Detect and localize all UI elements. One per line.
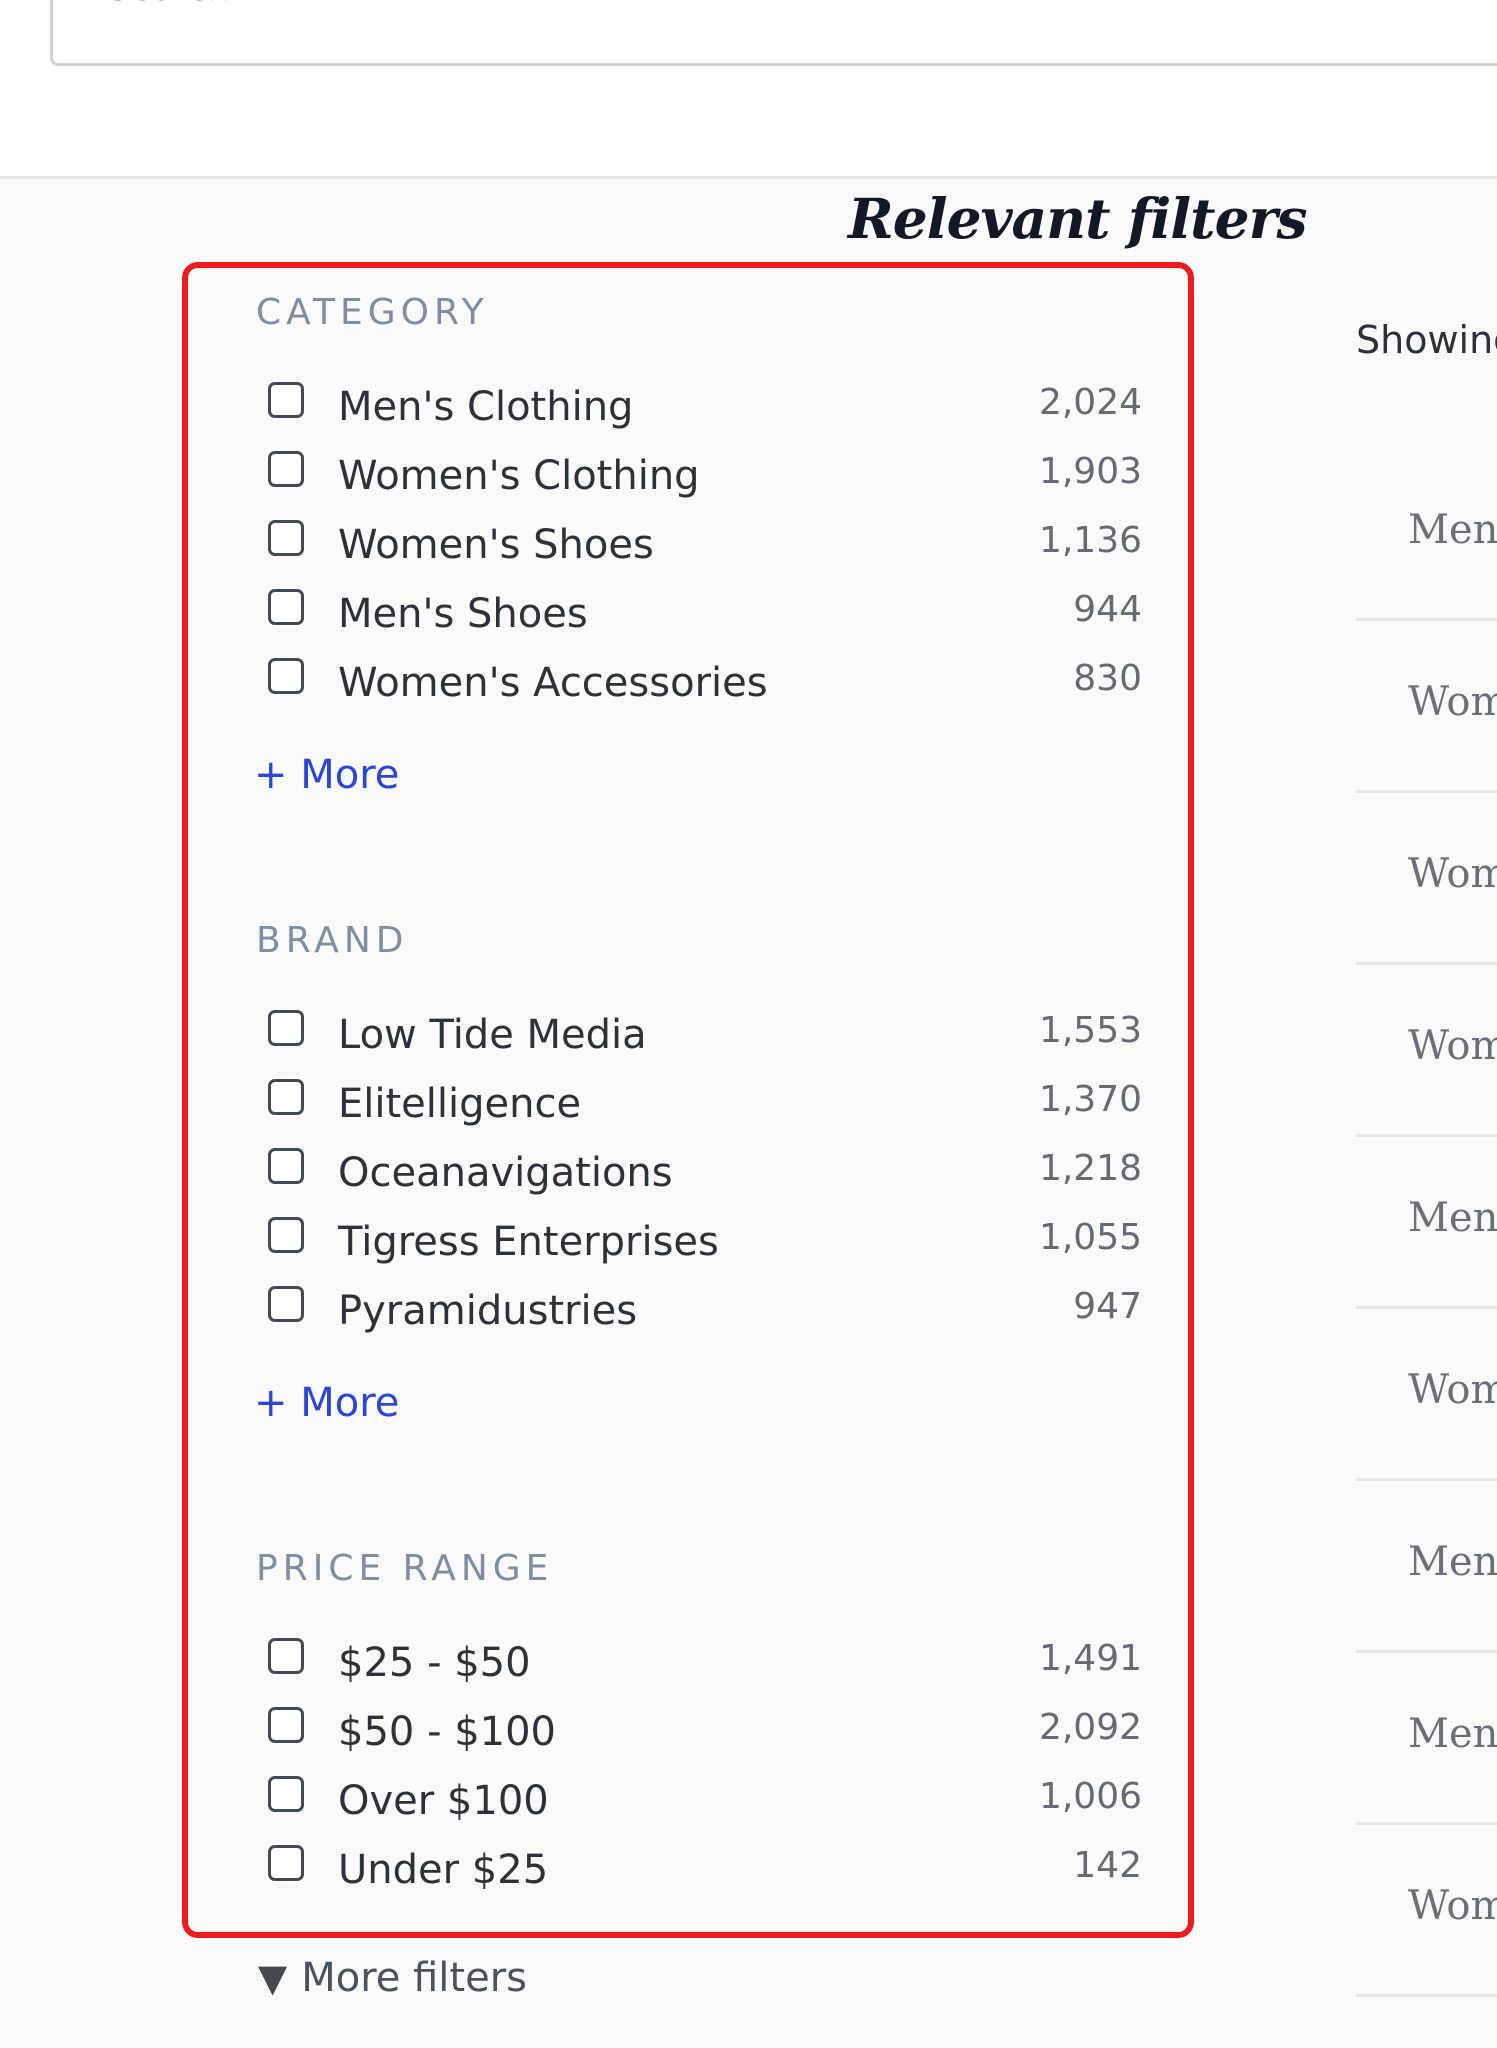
- category-count: 944: [1073, 589, 1142, 630]
- brand-option[interactable]: Oceanavigations 1,218: [266, 1148, 1142, 1208]
- category-count: 2,024: [1038, 382, 1142, 423]
- brand-count: 1,218: [1038, 1148, 1142, 1189]
- brand-label: Elitelligence: [338, 1081, 582, 1127]
- category-count: 1,903: [1038, 451, 1142, 492]
- brand-checkbox[interactable]: [268, 1079, 304, 1115]
- result-title: Wom: [1408, 1023, 1497, 1069]
- price-range-count: 1,491: [1038, 1638, 1142, 1679]
- more-filters-label: More filters: [301, 1955, 527, 2001]
- brand-count: 947: [1073, 1286, 1142, 1327]
- category-section-title: CATEGORY: [256, 292, 489, 333]
- brand-label: Oceanavigations: [338, 1150, 673, 1196]
- result-item[interactable]: Wom: [1356, 1827, 1497, 1997]
- price-range-label: Under $25: [338, 1847, 549, 1893]
- brand-count: 1,553: [1038, 1010, 1142, 1051]
- result-title: Wom: [1408, 1883, 1497, 1929]
- result-title: Men': [1408, 1711, 1497, 1757]
- price-range-option[interactable]: $50 - $100 2,092: [266, 1707, 1142, 1767]
- price-range-label: $50 - $100: [338, 1709, 557, 1755]
- category-option[interactable]: Men's Shoes 944: [266, 589, 1142, 649]
- top-bar: [0, 0, 1497, 179]
- category-option[interactable]: Women's Clothing 1,903: [266, 451, 1142, 511]
- brand-option[interactable]: Elitelligence 1,370: [266, 1079, 1142, 1139]
- result-item[interactable]: Men': [1356, 1483, 1497, 1653]
- price-range-count: 142: [1073, 1845, 1142, 1886]
- result-title: Men': [1408, 1195, 1497, 1241]
- category-label: Women's Accessories: [338, 660, 768, 706]
- brand-option[interactable]: Tigress Enterprises 1,055: [266, 1217, 1142, 1277]
- category-checkbox[interactable]: [268, 451, 304, 487]
- brand-label: Low Tide Media: [338, 1012, 647, 1058]
- category-label: Women's Clothing: [338, 453, 700, 499]
- category-label: Men's Shoes: [338, 591, 588, 637]
- brand-section-title: BRAND: [256, 920, 409, 961]
- search-input[interactable]: [105, 0, 909, 9]
- brand-checkbox[interactable]: [268, 1217, 304, 1253]
- brand-count: 1,370: [1038, 1079, 1142, 1120]
- more-filters-toggle[interactable]: ▼ More filters: [258, 1955, 527, 2001]
- category-option[interactable]: Men's Clothing 2,024: [266, 382, 1142, 442]
- price-range-option[interactable]: Over $100 1,006: [266, 1776, 1142, 1836]
- brand-label: Pyramidustries: [338, 1288, 638, 1334]
- price-range-label: $25 - $50: [338, 1640, 531, 1686]
- result-item[interactable]: Wom: [1356, 967, 1497, 1137]
- category-checkbox[interactable]: [268, 589, 304, 625]
- category-count: 830: [1073, 658, 1142, 699]
- category-option[interactable]: Women's Shoes 1,136: [266, 520, 1142, 580]
- price-range-section-title: PRICE RANGE: [256, 1548, 554, 1589]
- price-range-checkbox[interactable]: [268, 1776, 304, 1812]
- search-box[interactable]: [50, 0, 1497, 66]
- result-item[interactable]: Men': [1356, 1655, 1497, 1825]
- result-item[interactable]: Men': [1356, 1139, 1497, 1309]
- price-range-option[interactable]: $25 - $50 1,491: [266, 1638, 1142, 1698]
- result-item[interactable]: Wom: [1356, 795, 1497, 965]
- price-range-checkbox[interactable]: [268, 1845, 304, 1881]
- result-title: Wom: [1408, 679, 1497, 725]
- category-label: Men's Clothing: [338, 384, 634, 430]
- price-range-checkbox[interactable]: [268, 1707, 304, 1743]
- brand-checkbox[interactable]: [268, 1148, 304, 1184]
- category-label: Women's Shoes: [338, 522, 654, 568]
- category-count: 1,136: [1038, 520, 1142, 561]
- result-title: Men': [1408, 507, 1497, 553]
- result-title: Wom: [1408, 851, 1497, 897]
- price-range-checkbox[interactable]: [268, 1638, 304, 1674]
- brand-option[interactable]: Low Tide Media 1,553: [266, 1010, 1142, 1070]
- annotation-title: Relevant filters: [848, 186, 1308, 251]
- result-title: Wom: [1408, 1367, 1497, 1413]
- category-checkbox[interactable]: [268, 382, 304, 418]
- category-more-link[interactable]: + More: [254, 752, 399, 798]
- brand-more-link[interactable]: + More: [254, 1380, 399, 1426]
- result-item[interactable]: Wom: [1356, 1311, 1497, 1481]
- category-checkbox[interactable]: [268, 658, 304, 694]
- brand-label: Tigress Enterprises: [338, 1219, 719, 1265]
- triangle-down-icon: ▼: [258, 1956, 288, 2000]
- results-showing-text: Showing: [1356, 318, 1497, 362]
- category-option[interactable]: Women's Accessories 830: [266, 658, 1142, 718]
- price-range-count: 2,092: [1038, 1707, 1142, 1748]
- category-checkbox[interactable]: [268, 520, 304, 556]
- result-title: Men': [1408, 1539, 1497, 1585]
- brand-option[interactable]: Pyramidustries 947: [266, 1286, 1142, 1346]
- price-range-count: 1,006: [1038, 1776, 1142, 1817]
- brand-checkbox[interactable]: [268, 1010, 304, 1046]
- price-range-option[interactable]: Under $25 142: [266, 1845, 1142, 1905]
- result-item[interactable]: Wom: [1356, 623, 1497, 793]
- price-range-label: Over $100: [338, 1778, 549, 1824]
- brand-count: 1,055: [1038, 1217, 1142, 1258]
- brand-checkbox[interactable]: [268, 1286, 304, 1322]
- result-item[interactable]: Men': [1356, 451, 1497, 621]
